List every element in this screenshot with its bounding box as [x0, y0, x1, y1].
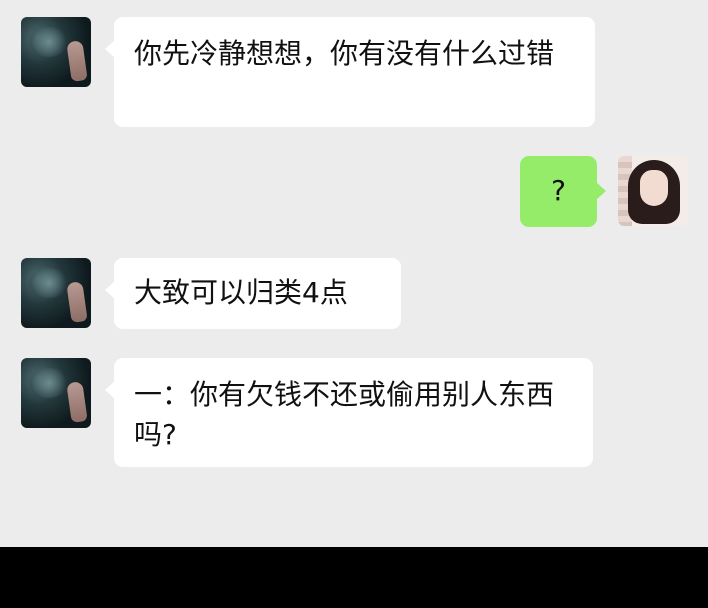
user-avatar[interactable]: [618, 156, 688, 226]
avatar-sky: [29, 268, 69, 298]
contact-avatar[interactable]: [21, 358, 91, 428]
bottom-bar: [0, 547, 708, 608]
message-text: 大致可以归类4点: [134, 276, 348, 309]
chat-area: 你先冷静想想，你有没有什么过错 ? 大致可以归类4点 一：你有欠钱不还或偷用别人…: [0, 0, 708, 547]
outgoing-message-bubble[interactable]: ?: [520, 156, 606, 227]
incoming-message-bubble[interactable]: 一：你有欠钱不还或偷用别人东西吗?: [105, 358, 593, 467]
contact-avatar[interactable]: [21, 258, 91, 328]
message-text: ?: [551, 174, 566, 207]
avatar-hand: [66, 381, 88, 423]
incoming-message-bubble[interactable]: 大致可以归类4点: [105, 258, 401, 329]
avatar-sky: [29, 368, 69, 398]
avatar-sky: [29, 27, 69, 57]
avatar-face: [640, 170, 668, 206]
contact-avatar[interactable]: [21, 17, 91, 87]
message-text: 你先冷静想想，你有没有什么过错: [134, 37, 555, 70]
avatar-hand: [66, 281, 88, 323]
incoming-message-bubble[interactable]: 你先冷静想想，你有没有什么过错: [105, 17, 595, 127]
message-text: 一：你有欠钱不还或偷用别人东西吗?: [134, 378, 555, 451]
avatar-hand: [66, 40, 88, 82]
